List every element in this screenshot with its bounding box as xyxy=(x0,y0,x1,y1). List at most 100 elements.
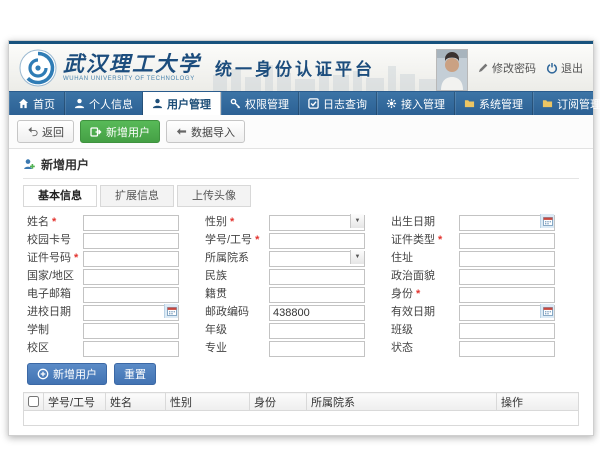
user-table: 学号/工号 姓名 性别 身份 所属院系 操作 xyxy=(23,392,579,426)
data-import-button[interactable]: 数据导入 xyxy=(166,120,245,143)
chevron-down-icon[interactable]: ▼ xyxy=(350,214,364,228)
address-input[interactable] xyxy=(459,251,555,267)
person-icon xyxy=(74,98,85,109)
data-import-label: 数据导入 xyxy=(191,124,235,140)
calendar-icon[interactable] xyxy=(540,214,554,228)
add-user-icon xyxy=(90,126,102,138)
university-name-en: WUHAN UNIVERSITY OF TECHNOLOGY xyxy=(63,76,201,82)
change-password-link[interactable]: 修改密码 xyxy=(478,60,536,76)
form-cell: 学号/工号 xyxy=(205,230,365,247)
submit-add-user-button[interactable]: 新增用户 xyxy=(27,363,107,385)
col-name: 姓名 xyxy=(106,393,166,411)
nav-tab-access-management[interactable]: 接入管理 xyxy=(377,92,455,115)
field-label: 学制 xyxy=(27,321,83,337)
class-input[interactable] xyxy=(459,323,555,339)
form-cell: 住址 xyxy=(391,248,555,265)
logout-link[interactable]: 退出 xyxy=(546,60,583,76)
field-label: 证件类型 xyxy=(391,231,459,247)
field-label: 籍贯 xyxy=(205,285,269,301)
field-label: 校区 xyxy=(27,339,83,355)
university-name-zh: 武汉理工大学 xyxy=(63,53,201,74)
form-cell: 邮政编码 xyxy=(205,302,365,319)
grade-input[interactable] xyxy=(269,323,365,339)
postal-code-input[interactable] xyxy=(269,305,365,321)
log-check-icon xyxy=(308,98,319,109)
field-label: 邮政编码 xyxy=(205,303,269,319)
nav-tab-permission-management[interactable]: 权限管理 xyxy=(221,92,299,115)
field-label: 进校日期 xyxy=(27,303,83,319)
back-label: 返回 xyxy=(42,124,64,140)
reset-label: 重置 xyxy=(124,366,146,382)
form-actions: 新增用户 重置 xyxy=(27,363,579,385)
political-status-input[interactable] xyxy=(459,269,555,285)
identity-input[interactable] xyxy=(459,287,555,303)
nav-label: 个人信息 xyxy=(89,96,133,112)
country-region-input[interactable] xyxy=(83,269,179,285)
gear-icon xyxy=(386,98,397,109)
form-cell: 性别 ▼ xyxy=(205,212,365,229)
chevron-down-icon[interactable]: ▼ xyxy=(350,250,364,264)
header: 武汉理工大学 WUHAN UNIVERSITY OF TECHNOLOGY 统一… xyxy=(9,44,593,91)
native-place-input[interactable] xyxy=(269,287,365,303)
field-label: 姓名 xyxy=(27,213,83,229)
nav-tab-subscription-management[interactable]: 订阅管理 xyxy=(533,92,600,115)
field-label: 班级 xyxy=(391,321,459,337)
import-arrow-icon xyxy=(176,126,187,137)
form-cell: 校区 xyxy=(27,338,179,355)
nav-tab-user-management[interactable]: 用户管理 xyxy=(143,92,221,115)
toolbar-add-user-button[interactable]: 新增用户 xyxy=(80,120,160,143)
section-header: 新增用户 xyxy=(23,149,579,179)
section-title: 新增用户 xyxy=(41,156,89,173)
form-cell: 国家/地区 xyxy=(27,266,179,283)
nav-label: 权限管理 xyxy=(245,96,289,112)
col-identity: 身份 xyxy=(250,393,307,411)
key-icon xyxy=(230,98,241,109)
change-password-label: 修改密码 xyxy=(492,60,536,76)
nav-label: 日志查询 xyxy=(323,96,367,112)
field-label: 国家/地区 xyxy=(27,267,83,283)
select-all-checkbox[interactable] xyxy=(28,396,39,407)
form-cell: 年级 xyxy=(205,320,365,337)
tab-extended-info[interactable]: 扩展信息 xyxy=(100,185,174,207)
nav-tab-system-management[interactable]: 系统管理 xyxy=(455,92,533,115)
tab-basic-info[interactable]: 基本信息 xyxy=(23,185,97,207)
ethnicity-input[interactable] xyxy=(269,269,365,285)
field-label: 年级 xyxy=(205,321,269,337)
nav-tab-home[interactable]: 首页 xyxy=(9,92,65,115)
form-cell: 状态 xyxy=(391,338,555,355)
id-number-input[interactable] xyxy=(83,251,179,267)
form-cell: 专业 xyxy=(205,338,365,355)
student-id-input[interactable] xyxy=(269,233,365,249)
reset-button[interactable]: 重置 xyxy=(114,363,156,385)
campus-input[interactable] xyxy=(83,341,179,357)
field-label: 状态 xyxy=(391,339,459,355)
education-length-input[interactable] xyxy=(83,323,179,339)
nav-tab-personal-info[interactable]: 个人信息 xyxy=(65,92,143,115)
folder-icon xyxy=(464,98,475,109)
major-input[interactable] xyxy=(269,341,365,357)
header-right: 修改密码 退出 xyxy=(436,45,583,91)
status-input[interactable] xyxy=(459,341,555,357)
name-input[interactable] xyxy=(83,215,179,231)
email-input[interactable] xyxy=(83,287,179,303)
new-user-form: 姓名 性别 ▼ 出生日期 校园卡号 学号/工号 xyxy=(27,212,579,355)
calendar-icon[interactable] xyxy=(164,304,178,318)
campus-card-input[interactable] xyxy=(83,233,179,249)
form-cell: 身份 xyxy=(391,284,555,301)
form-cell: 校园卡号 xyxy=(27,230,179,247)
nav-tab-log-query[interactable]: 日志查询 xyxy=(299,92,377,115)
select-all-cell xyxy=(24,393,44,411)
id-type-input[interactable] xyxy=(459,233,555,249)
form-tabs: 基本信息 扩展信息 上传头像 xyxy=(23,185,579,207)
nav-label: 用户管理 xyxy=(167,96,211,112)
tab-upload-avatar[interactable]: 上传头像 xyxy=(177,185,251,207)
toolbar-add-user-label: 新增用户 xyxy=(106,124,150,140)
back-button[interactable]: 返回 xyxy=(17,120,74,143)
field-label: 所属院系 xyxy=(205,249,269,265)
logout-label: 退出 xyxy=(561,60,583,76)
calendar-icon[interactable] xyxy=(540,304,554,318)
field-label: 校园卡号 xyxy=(27,231,83,247)
field-label: 住址 xyxy=(391,249,459,265)
form-cell: 民族 xyxy=(205,266,365,283)
nav-label: 系统管理 xyxy=(479,96,523,112)
